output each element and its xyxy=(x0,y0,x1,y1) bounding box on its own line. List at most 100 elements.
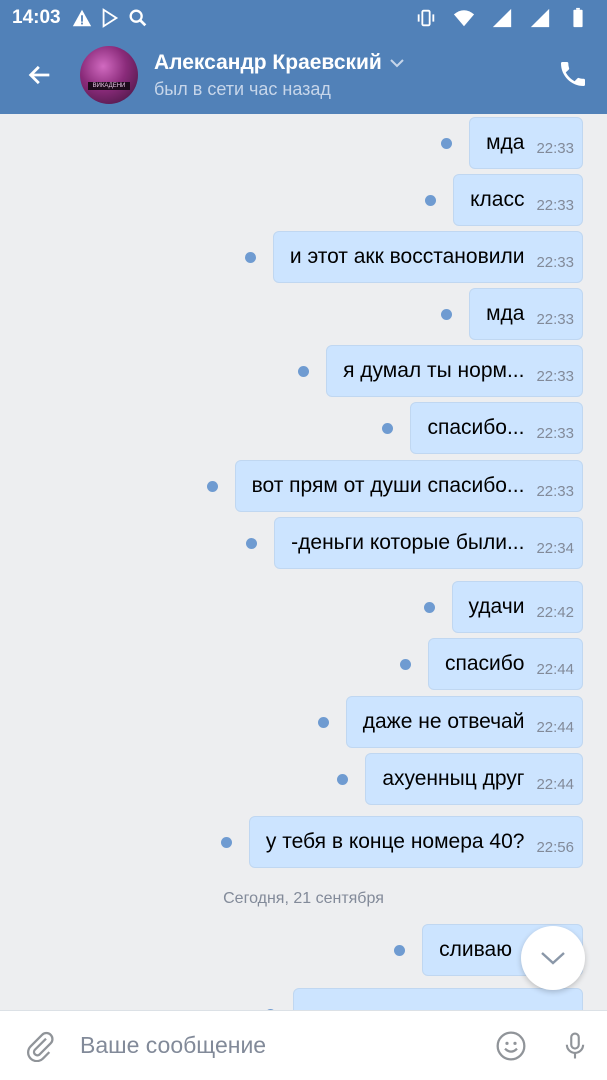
unread-dot xyxy=(317,716,329,728)
contact-status: был в сети час назад xyxy=(154,78,331,99)
message-row[interactable]: -деньги которые были... 22:34 xyxy=(246,517,583,569)
message-time: 22:56 xyxy=(536,838,574,856)
message-bubble[interactable]: спасибо 22:44 xyxy=(427,638,583,690)
message-text: ахуенныц друг xyxy=(382,767,525,790)
message-bubble[interactable]: и этот акк восстановили 22:33 xyxy=(272,231,583,283)
back-button[interactable] xyxy=(0,36,80,114)
paperclip-icon xyxy=(27,1031,54,1062)
message-bubble[interactable]: удачи 22:42 xyxy=(451,581,583,633)
message-row[interactable]: и этот акк восстановили 22:33 xyxy=(244,231,583,283)
unread-dot xyxy=(246,537,258,549)
message-text: спасибо... xyxy=(427,416,525,439)
message-bubble[interactable]: ахуенныц друг 22:44 xyxy=(365,753,583,805)
message-text: спасибо xyxy=(444,652,525,675)
message-time: 22:44 xyxy=(536,775,574,793)
unread-dot xyxy=(423,601,435,613)
attach-button[interactable] xyxy=(0,1011,80,1080)
message-bubble[interactable]: мда 22:33 xyxy=(469,288,583,340)
unread-dot xyxy=(220,836,232,848)
message-row[interactable]: вот прям от души спасибо... 22:33 xyxy=(206,460,583,512)
message-time: 22:33 xyxy=(536,367,574,385)
message-text: мда xyxy=(486,302,525,325)
message-row[interactable]: спасибо 22:44 xyxy=(399,638,583,690)
message-text: даже не отвечай xyxy=(362,710,525,733)
signal-icon xyxy=(530,8,550,28)
date-separator: Сегодня, 21 сентября xyxy=(223,890,384,907)
message-list[interactable]: мда 22:33 класс 22:33 и этот акк восстанов… xyxy=(0,114,607,1010)
message-time: 22:33 xyxy=(536,482,574,500)
search-status-icon xyxy=(129,9,146,27)
message-row[interactable]: у тебя в конце номера 40? 22:56 xyxy=(220,816,583,868)
avatar-label: ВИКАДЕНИ xyxy=(88,82,130,90)
battery-icon xyxy=(573,7,583,28)
warning-icon xyxy=(72,9,91,27)
unread-dot xyxy=(244,251,256,263)
play-store-icon xyxy=(102,8,118,28)
message-row[interactable] xyxy=(265,988,583,1010)
message-bubble[interactable]: -деньги которые были... 22:34 xyxy=(274,517,583,569)
unread-dot xyxy=(337,773,349,785)
message-bubble[interactable]: у тебя в конце номера 40? 22:56 xyxy=(248,816,583,868)
status-time: 14:03 xyxy=(12,7,61,28)
message-text: я думал ты норм... xyxy=(343,359,525,382)
message-bubble[interactable]: класс 22:33 xyxy=(453,174,583,226)
message-text: удачи xyxy=(468,595,525,618)
message-bubble[interactable]: спасибо... 22:33 xyxy=(410,402,583,454)
unread-dot xyxy=(441,137,453,149)
message-input[interactable] xyxy=(80,1032,479,1059)
chat-header: ВИКАДЕНИ Александр Краевский был в сети … xyxy=(0,36,607,114)
message-time: 22:33 xyxy=(536,424,574,442)
unread-dot xyxy=(425,194,437,206)
message-time: 22:33 xyxy=(536,196,574,214)
message-time: 22:42 xyxy=(536,603,574,621)
chevron-down-icon xyxy=(390,58,404,67)
message-text: класс xyxy=(470,188,525,211)
message-time: 22:34 xyxy=(536,539,574,557)
unread-dot xyxy=(298,365,310,377)
unread-dot xyxy=(382,422,394,434)
message-bubble[interactable] xyxy=(293,988,583,1010)
message-row[interactable]: спасибо... 22:33 xyxy=(382,402,583,454)
message-bubble[interactable]: я думал ты норм... 22:33 xyxy=(326,345,583,397)
smile-icon xyxy=(496,1031,526,1060)
message-text: сливаю xyxy=(439,938,512,961)
message-time: 22:44 xyxy=(536,660,574,678)
message-time: 22:44 xyxy=(536,718,574,736)
avatar[interactable]: ВИКАДЕНИ xyxy=(80,46,138,104)
phone-icon[interactable] xyxy=(557,58,589,90)
wifi-icon xyxy=(453,10,475,27)
unread-dot xyxy=(206,480,218,492)
contact-name-text: Александр Краевский xyxy=(154,50,382,74)
unread-dot xyxy=(394,944,406,956)
emoji-button[interactable] xyxy=(479,1011,543,1080)
top-bar: 14:03 ВИКАДЕНИ Александр Краевский был в… xyxy=(0,0,607,114)
scroll-down-button[interactable] xyxy=(521,926,585,990)
message-row[interactable]: мда 22:33 xyxy=(441,117,583,169)
message-time: 22:33 xyxy=(536,310,574,328)
chevron-down-icon xyxy=(541,952,565,965)
microphone-icon xyxy=(565,1031,585,1058)
message-bubble[interactable]: даже не отвечай 22:44 xyxy=(345,696,583,748)
vibrate-icon xyxy=(417,9,435,27)
contact-name: Александр Краевский xyxy=(154,51,404,75)
contact-title[interactable]: Александр Краевский был в сети час назад xyxy=(154,51,404,100)
message-text: у тебя в конце номера 40? xyxy=(265,830,525,853)
message-composer xyxy=(0,1010,607,1080)
signal-icon xyxy=(492,8,512,28)
message-bubble[interactable]: мда 22:33 xyxy=(469,117,583,169)
message-row[interactable]: ахуенныц друг 22:44 xyxy=(337,753,583,805)
arrow-back-icon xyxy=(28,65,50,85)
unread-dot xyxy=(399,658,411,670)
message-row[interactable]: класс 22:33 xyxy=(425,174,583,226)
message-bubble[interactable]: вот прям от души спасибо... 22:33 xyxy=(234,460,583,512)
message-time: 22:33 xyxy=(536,253,574,271)
status-bar: 14:03 xyxy=(0,0,607,36)
unread-dot xyxy=(441,308,453,320)
message-row[interactable]: мда 22:33 xyxy=(441,288,583,340)
message-text: вот прям от души спасибо... xyxy=(251,474,525,497)
message-row[interactable]: даже не отвечай 22:44 xyxy=(317,696,583,748)
microphone-button[interactable] xyxy=(543,1011,607,1080)
message-row[interactable]: я думал ты норм... 22:33 xyxy=(298,345,583,397)
message-text: -деньги которые были... xyxy=(291,531,525,554)
message-row[interactable]: удачи 22:42 xyxy=(423,581,583,633)
